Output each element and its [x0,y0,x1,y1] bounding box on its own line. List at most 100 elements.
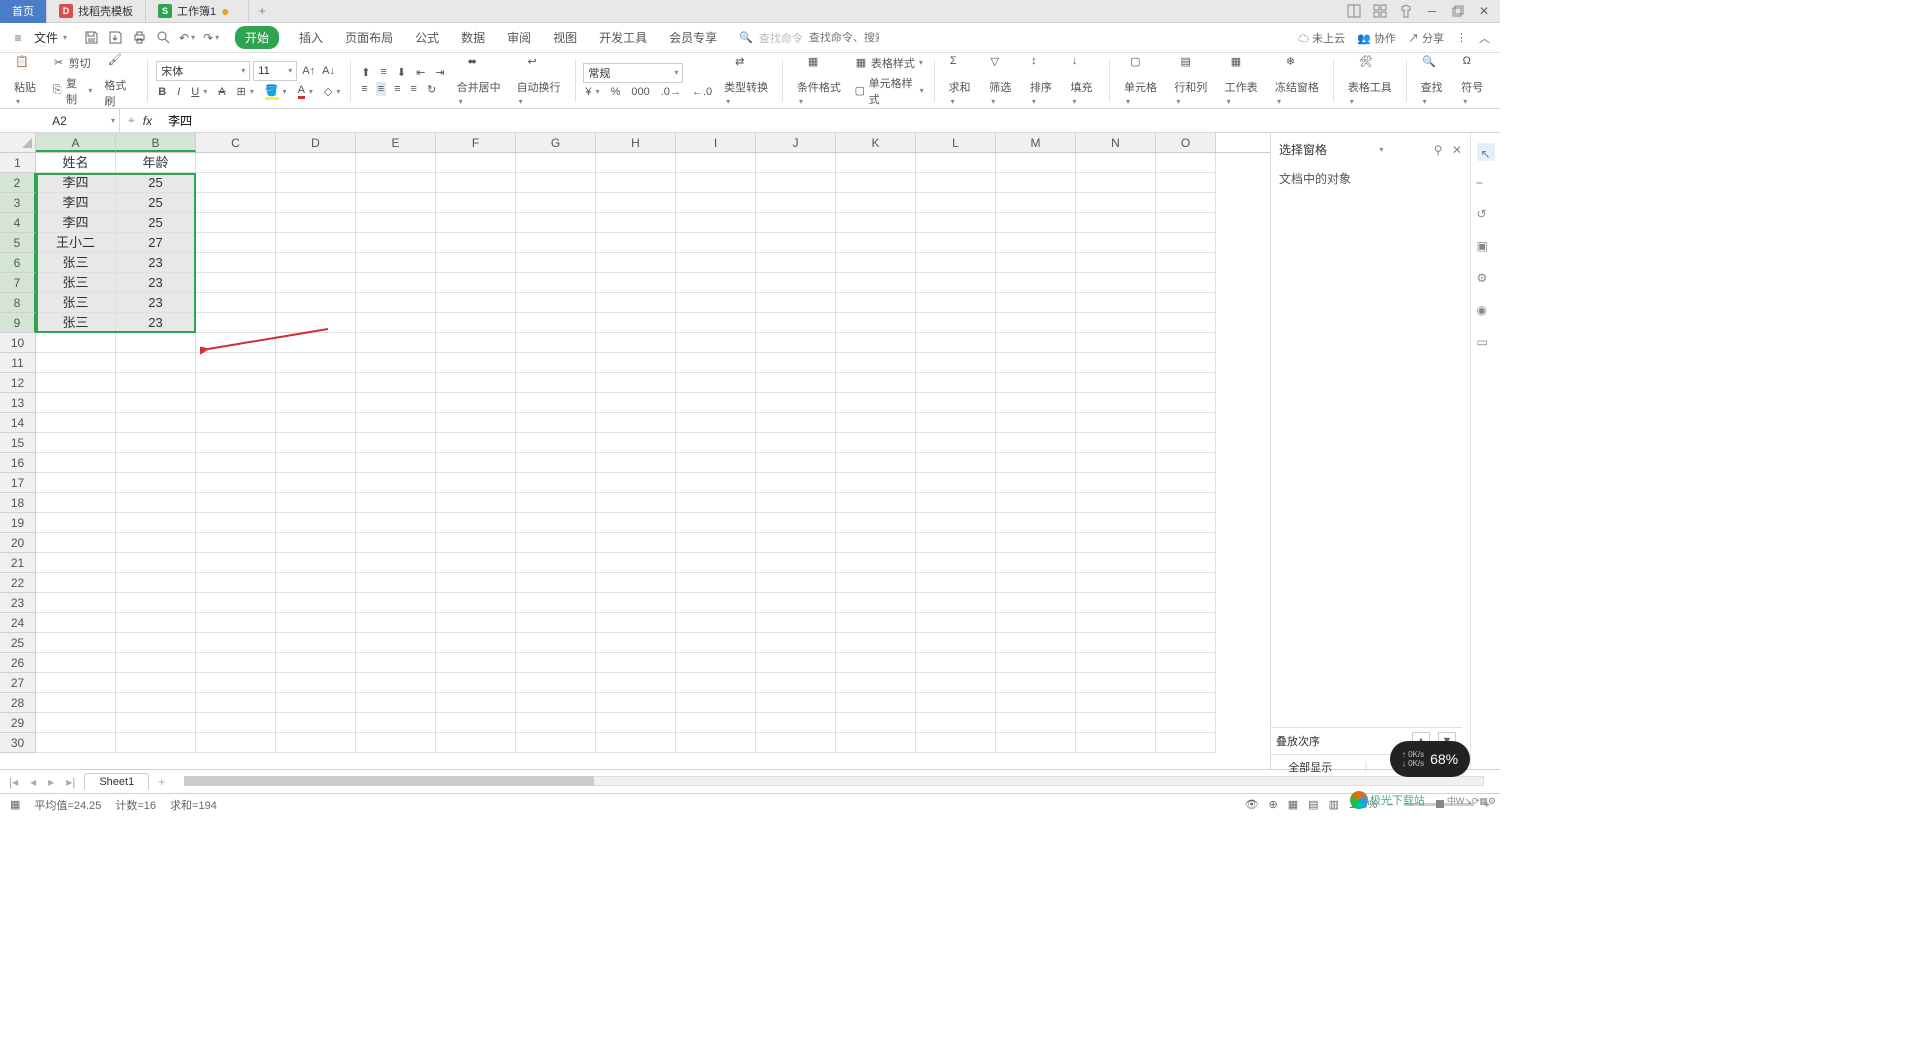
cell[interactable] [1076,213,1156,233]
cell[interactable] [516,373,596,393]
cell[interactable] [1156,233,1216,253]
sheet-first-icon[interactable]: |◂ [6,775,21,789]
grid-icon[interactable] [1372,3,1388,19]
cell[interactable] [36,513,116,533]
cell[interactable] [516,633,596,653]
cell[interactable] [996,273,1076,293]
freeze-button[interactable]: ❄冻结窗格▾ [1275,55,1319,107]
cell[interactable] [436,493,516,513]
cell[interactable] [116,713,196,733]
cell[interactable] [436,573,516,593]
cell[interactable] [756,373,836,393]
add-sheet-button[interactable]: + [155,775,168,789]
rail-icon-4[interactable]: ▣ [1477,239,1495,257]
cell[interactable] [436,393,516,413]
cell[interactable] [356,153,436,173]
cell[interactable] [516,613,596,633]
align-left-button[interactable]: ≡ [359,82,369,96]
save-as-icon[interactable] [107,30,123,46]
cell[interactable] [1076,253,1156,273]
cell[interactable] [36,353,116,373]
row-header-8[interactable]: 8 [0,293,36,313]
cell[interactable] [916,253,996,273]
cell[interactable] [356,273,436,293]
collab-button[interactable]: 👥 协作 [1357,30,1396,46]
cell[interactable] [276,353,356,373]
cell[interactable] [276,213,356,233]
cell[interactable] [596,353,676,373]
cell[interactable] [36,573,116,593]
cell[interactable] [596,613,676,633]
file-menu[interactable]: 文件▾ [28,27,73,48]
cell[interactable] [356,373,436,393]
new-tab-button[interactable]: + [249,4,276,18]
cell[interactable] [676,253,756,273]
cell[interactable] [756,233,836,253]
cell[interactable] [196,593,276,613]
cell[interactable] [356,433,436,453]
cell[interactable] [276,553,356,573]
align-middle-button[interactable]: ≡ [379,65,389,79]
row-header-4[interactable]: 4 [0,213,36,233]
layout-icon[interactable] [1346,3,1362,19]
cell[interactable] [36,653,116,673]
pin-icon[interactable]: ⚲ [1434,143,1443,157]
cell[interactable] [356,633,436,653]
cell[interactable] [996,733,1076,753]
cell[interactable] [196,233,276,253]
cell[interactable] [596,293,676,313]
skin-icon[interactable] [1398,3,1414,19]
rail-icon-6[interactable]: ◉ [1477,303,1495,321]
cell[interactable] [436,513,516,533]
cell[interactable] [996,313,1076,333]
cell[interactable] [1076,293,1156,313]
cell[interactable] [116,333,196,353]
cell[interactable] [356,413,436,433]
cell[interactable] [676,333,756,353]
row-header-23[interactable]: 23 [0,593,36,613]
cell[interactable] [356,473,436,493]
cell[interactable] [436,253,516,273]
cell[interactable] [1076,453,1156,473]
cell[interactable] [676,233,756,253]
cell[interactable] [196,333,276,353]
percent-button[interactable]: % [609,85,623,99]
col-header-G[interactable]: G [516,133,596,152]
cell[interactable] [916,373,996,393]
cell[interactable] [1076,693,1156,713]
cell[interactable] [676,433,756,453]
cell[interactable]: 23 [116,313,196,333]
cell[interactable] [1156,633,1216,653]
cell[interactable] [596,153,676,173]
cell[interactable] [196,453,276,473]
cell[interactable] [676,353,756,373]
cell[interactable] [756,553,836,573]
cell[interactable] [596,733,676,753]
cell[interactable] [116,473,196,493]
col-header-I[interactable]: I [676,133,756,152]
cell[interactable] [1076,653,1156,673]
row-header-12[interactable]: 12 [0,373,36,393]
cell[interactable] [1156,193,1216,213]
cell[interactable] [116,673,196,693]
cell[interactable] [356,513,436,533]
cell[interactable] [356,533,436,553]
cell[interactable] [36,613,116,633]
cell[interactable] [676,373,756,393]
cell[interactable] [276,393,356,413]
row-header-9[interactable]: 9 [0,313,36,333]
cell[interactable] [116,553,196,573]
cell[interactable] [596,573,676,593]
cell[interactable] [836,293,916,313]
cell[interactable] [196,213,276,233]
goto-icon[interactable]: ⌖ [128,113,135,128]
cell[interactable] [676,593,756,613]
cell[interactable] [1156,453,1216,473]
cell[interactable] [196,693,276,713]
cell[interactable] [996,393,1076,413]
cell[interactable] [836,713,916,733]
font-color-button[interactable]: A▾ [296,83,315,100]
row-header-26[interactable]: 26 [0,653,36,673]
col-header-H[interactable]: H [596,133,676,152]
sheet-prev-icon[interactable]: ◂ [27,775,39,789]
